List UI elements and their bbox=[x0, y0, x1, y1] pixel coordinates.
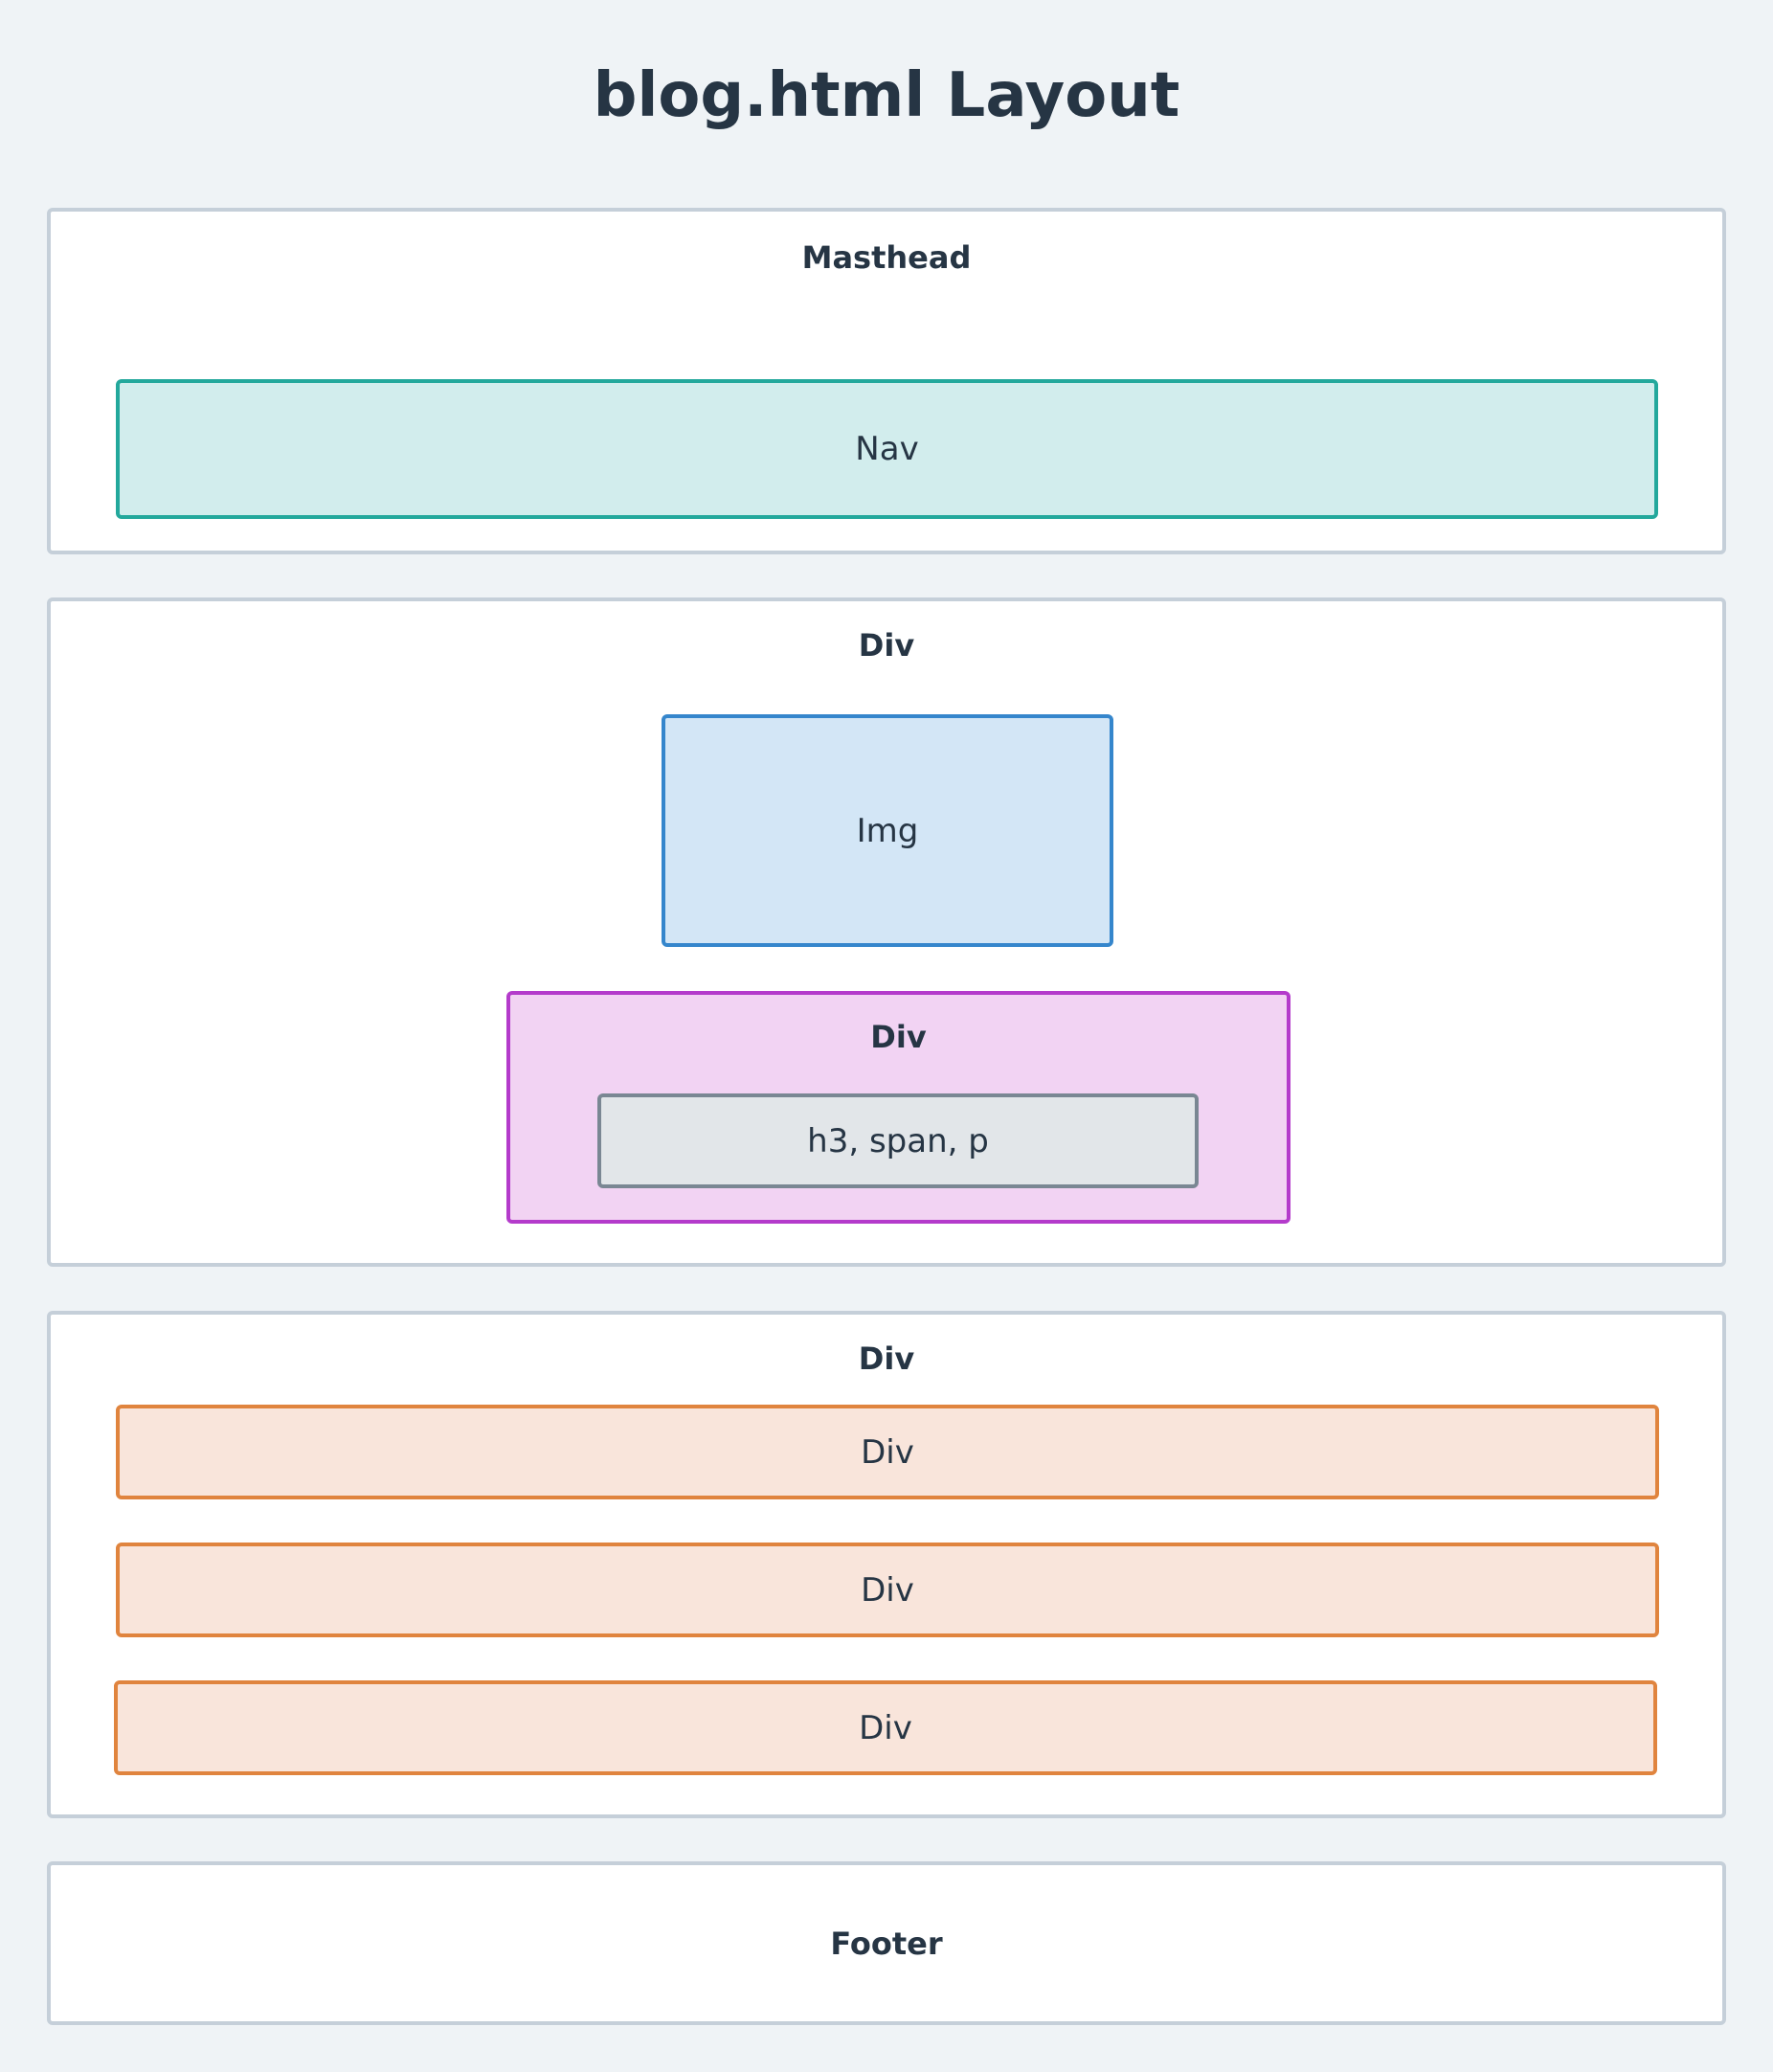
hero-div-section: Div Img Div h3, span, p bbox=[47, 597, 1726, 1267]
footer-section: Footer bbox=[47, 1861, 1726, 2025]
posts-div-label: Div bbox=[858, 1340, 915, 1377]
post-div-box: Div bbox=[116, 1543, 1659, 1637]
img-box: Img bbox=[662, 714, 1113, 947]
masthead-section: Masthead Nav bbox=[47, 208, 1726, 554]
inner-div-box: Div h3, span, p bbox=[506, 991, 1290, 1224]
page-title: blog.html Layout bbox=[593, 60, 1180, 131]
posts-div-section: Div Div Div Div bbox=[47, 1311, 1726, 1818]
content-box: h3, span, p bbox=[597, 1093, 1199, 1188]
inner-div-label: Div bbox=[870, 1019, 927, 1055]
post-div-box: Div bbox=[116, 1405, 1659, 1499]
masthead-label: Masthead bbox=[801, 239, 972, 276]
hero-div-label: Div bbox=[858, 627, 915, 664]
post-div-box: Div bbox=[114, 1680, 1657, 1775]
footer-label: Footer bbox=[830, 1926, 943, 1962]
nav-box: Nav bbox=[116, 379, 1658, 519]
